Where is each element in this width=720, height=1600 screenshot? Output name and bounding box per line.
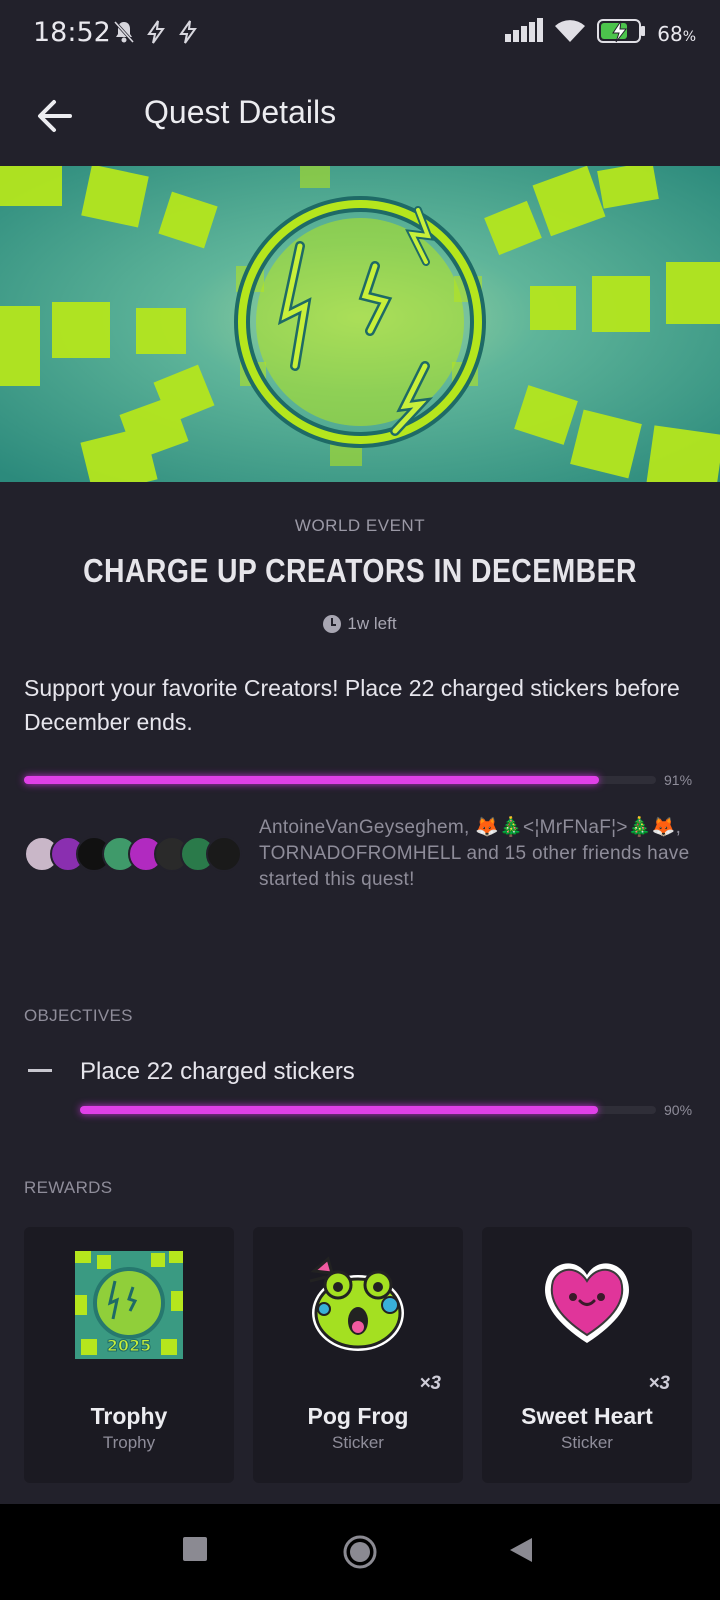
quest-progress-fill [24, 776, 600, 784]
battery-icon [597, 18, 647, 49]
pog-frog-sticker [306, 1251, 410, 1355]
status-time: 18:52 [33, 17, 111, 48]
page-title: Quest Details [144, 94, 337, 130]
reward-quantity: ×3 [419, 1373, 441, 1394]
status-system-icons: 68% [505, 18, 696, 49]
bell-off-icon [112, 18, 136, 46]
friends-started-text: AntoineVanGeyseghem, 🦊🎄<¦MrFNaF¦>🎄🦊, TOR… [259, 817, 690, 890]
objective-progress-bar [80, 1106, 656, 1114]
trophy-image: 2025 [75, 1251, 183, 1359]
objectives-label: OBJECTIVES [24, 1006, 133, 1025]
objective-progress-fill [80, 1106, 599, 1114]
back-arrow-icon [38, 100, 72, 132]
reward-quantity: ×3 [648, 1373, 670, 1394]
nav-back-button[interactable] [508, 1536, 534, 1569]
clock-icon [323, 615, 342, 633]
status-bar: 18:52 68% [0, 0, 720, 68]
quest-description: Support your favorite Creators! Place 22… [24, 675, 680, 735]
reward-type: Trophy [102, 1433, 156, 1452]
nav-home-button[interactable] [342, 1534, 378, 1575]
time-left-text: 1w left [347, 614, 397, 633]
battery-percent: 68% [657, 21, 696, 46]
signal-icon [505, 18, 544, 49]
nav-back-icon [510, 1538, 532, 1562]
rewards-label: REWARDS [24, 1178, 113, 1197]
quest-title: CHARGE UP CREATORS IN DECEMBER [83, 552, 637, 589]
avatar [206, 836, 242, 872]
app-bar: Quest Details [0, 68, 720, 166]
quest-time-left: 1w left [0, 614, 720, 634]
quest-category: WORLD EVENT [294, 516, 426, 535]
nav-home-icon [343, 1535, 377, 1569]
objective-progress-percent: 90% [664, 1102, 693, 1118]
reward-name: Pog Frog [307, 1403, 409, 1429]
friend-avatars[interactable] [24, 836, 252, 872]
reward-name: Trophy [90, 1403, 168, 1429]
sweet-heart-sticker [537, 1251, 637, 1351]
trophy-year: 2025 [107, 1336, 152, 1355]
reward-card-trophy[interactable]: 2025 Trophy Trophy [24, 1227, 234, 1483]
bolt-icon [176, 18, 200, 46]
nav-recents-button[interactable] [182, 1536, 208, 1567]
reward-card-sweet-heart[interactable]: ×3 Sweet Heart Sticker [482, 1227, 692, 1483]
quest-banner-image [0, 166, 720, 482]
reward-card-pog-frog[interactable]: ×3 Pog Frog Sticker [253, 1227, 463, 1483]
reward-type: Sticker [332, 1433, 384, 1452]
reward-name: Sweet Heart [521, 1403, 653, 1429]
objective-status-icon [28, 1069, 52, 1072]
reward-type: Sticker [561, 1433, 613, 1452]
system-nav-bar [0, 1504, 720, 1600]
back-button[interactable] [32, 92, 80, 140]
wifi-icon [553, 18, 587, 49]
quest-progress-bar [24, 776, 656, 784]
objective-text: Place 22 charged stickers [80, 1058, 355, 1085]
quest-progress-percent: 91% [664, 772, 693, 788]
status-notification-icons [112, 18, 200, 46]
nav-recents-icon [183, 1537, 207, 1561]
bolt-icon [144, 18, 168, 46]
